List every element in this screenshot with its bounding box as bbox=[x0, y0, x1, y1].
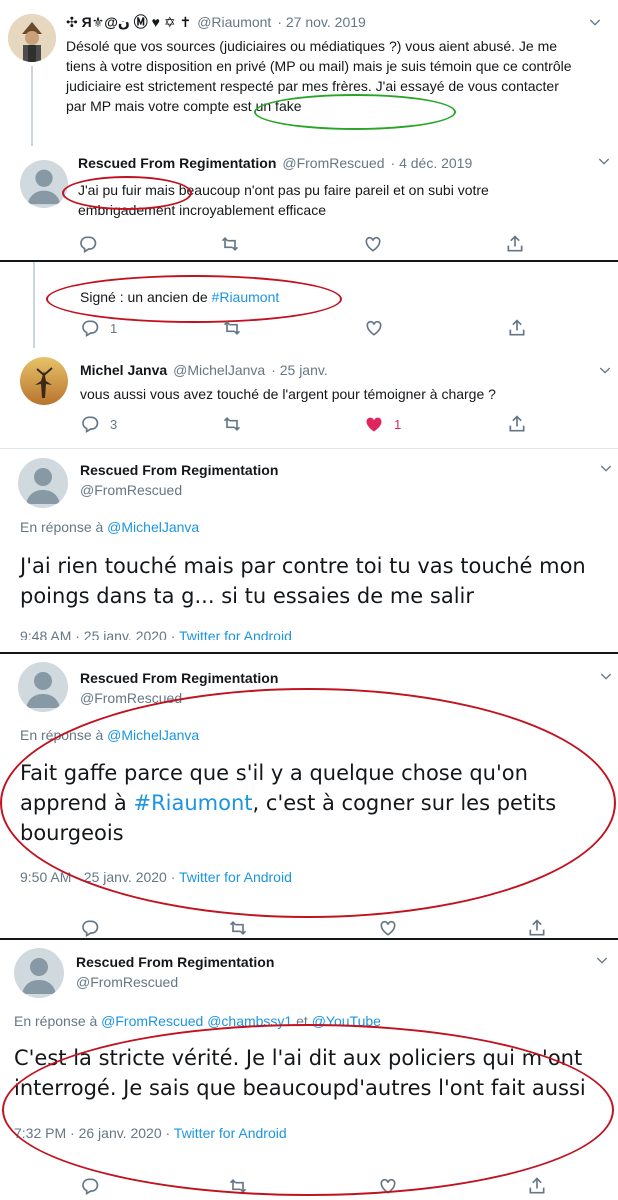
tweet-time[interactable]: 9:48 AM · 25 janv. 2020 · bbox=[20, 628, 179, 640]
retweet-icon[interactable] bbox=[222, 414, 242, 434]
like-icon[interactable] bbox=[378, 918, 398, 938]
reply-icon[interactable] bbox=[80, 414, 100, 434]
reply-action[interactable]: 3 bbox=[80, 414, 117, 434]
tweet-date[interactable]: · 25 janv. bbox=[271, 362, 328, 378]
thread-line bbox=[33, 262, 35, 348]
author-handle[interactable]: @FromRescued bbox=[282, 155, 384, 171]
like-action[interactable]: 1 bbox=[364, 414, 401, 434]
avatar[interactable] bbox=[18, 458, 68, 508]
reply-count: 1 bbox=[110, 320, 118, 336]
avatar[interactable] bbox=[20, 357, 68, 405]
retweet-icon[interactable] bbox=[228, 918, 248, 938]
annotation-circle-red bbox=[0, 688, 616, 918]
tweet-timestamp: 9:48 AM · 25 janv. 2020 · Twitter for An… bbox=[20, 628, 292, 640]
screenshot-divider bbox=[0, 938, 618, 940]
chevron-down-icon[interactable] bbox=[587, 14, 603, 30]
avatar[interactable] bbox=[14, 948, 64, 998]
tweet-source-link[interactable]: Twitter for Android bbox=[179, 628, 292, 640]
avatar[interactable] bbox=[8, 14, 56, 62]
chevron-down-icon[interactable] bbox=[598, 460, 614, 476]
reply-to-link[interactable]: @MichelJanva bbox=[107, 519, 199, 535]
share-icon[interactable] bbox=[527, 918, 547, 938]
screenshot-divider bbox=[0, 652, 618, 654]
author-name[interactable]: Rescued From Regimentation bbox=[80, 670, 278, 686]
like-count: 1 bbox=[394, 416, 402, 432]
reply-icon[interactable] bbox=[80, 1176, 100, 1196]
like-icon[interactable] bbox=[364, 318, 384, 338]
reply-prefix: En réponse à bbox=[14, 1013, 102, 1029]
annotation-circle-green bbox=[254, 94, 456, 130]
tweet-date[interactable]: · 4 déc. 2019 bbox=[391, 155, 473, 171]
retweet-icon[interactable] bbox=[222, 318, 242, 338]
author-name[interactable]: Rescued From Regimentation bbox=[78, 155, 276, 171]
thread-line bbox=[31, 66, 33, 146]
like-icon[interactable] bbox=[363, 234, 383, 254]
reply-icon[interactable] bbox=[80, 318, 100, 338]
annotation-circle-red bbox=[2, 1024, 614, 1196]
tweet-date[interactable]: · 27 nov. 2019 bbox=[277, 14, 365, 30]
share-icon[interactable] bbox=[505, 234, 525, 254]
retweet-icon[interactable] bbox=[220, 234, 240, 254]
share-icon[interactable] bbox=[507, 414, 527, 434]
author-name[interactable]: Rescued From Regimentation bbox=[80, 462, 278, 478]
author-handle[interactable]: @Riaumont bbox=[197, 14, 271, 30]
share-icon[interactable] bbox=[527, 1176, 547, 1196]
author-name[interactable]: Rescued From Regimentation bbox=[76, 954, 274, 970]
tweet-text: J'ai rien touché mais par contre toi tu … bbox=[20, 554, 586, 608]
author-name[interactable]: Michel Janva bbox=[80, 362, 167, 378]
author-name[interactable]: ✣ Я⚜@ن Ⓜ ♥ ✡ ✝ bbox=[66, 12, 191, 32]
reply-icon[interactable] bbox=[80, 918, 100, 938]
annotation-circle-red bbox=[46, 275, 342, 323]
screenshot-divider bbox=[0, 260, 618, 262]
author-handle[interactable]: @MichelJanva bbox=[173, 362, 265, 378]
reply-context: En réponse à @MichelJanva bbox=[20, 519, 199, 535]
avatar[interactable] bbox=[18, 662, 68, 712]
reply-prefix: En réponse à bbox=[20, 519, 108, 535]
share-icon[interactable] bbox=[507, 318, 527, 338]
chevron-down-icon[interactable] bbox=[596, 153, 612, 169]
annotation-circle-red bbox=[62, 176, 192, 210]
author-handle[interactable]: @FromRescued bbox=[80, 482, 182, 498]
reply-to-link[interactable]: @FromRescued bbox=[101, 1013, 203, 1029]
avatar[interactable] bbox=[20, 160, 68, 208]
chevron-down-icon[interactable] bbox=[598, 668, 614, 684]
tweet-text: vous aussi vous avez touché de l'argent … bbox=[80, 386, 496, 402]
screenshot-divider bbox=[0, 448, 618, 449]
author-handle[interactable]: @FromRescued bbox=[76, 974, 178, 990]
reply-icon[interactable] bbox=[78, 234, 98, 254]
chevron-down-icon[interactable] bbox=[597, 362, 613, 378]
chevron-down-icon[interactable] bbox=[594, 952, 610, 968]
reply-count: 3 bbox=[110, 416, 118, 432]
reply-action[interactable]: 1 bbox=[80, 318, 117, 338]
like-icon[interactable] bbox=[364, 414, 384, 434]
